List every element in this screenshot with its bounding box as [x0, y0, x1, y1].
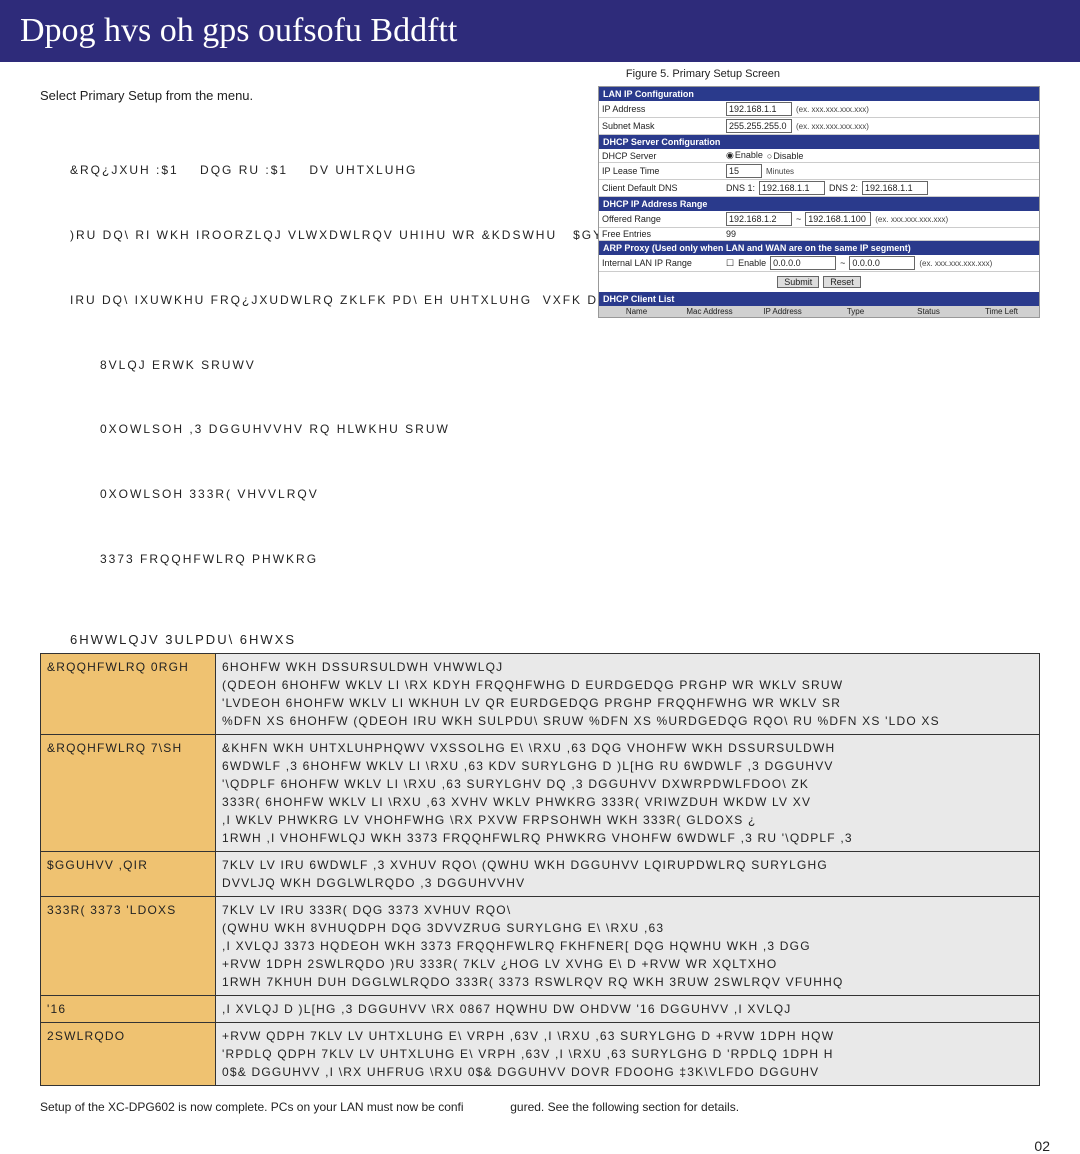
shot-bar: DHCP Client List — [599, 292, 1039, 306]
col-status: Status — [893, 307, 964, 316]
dns1-field[interactable]: 192.168.1.1 — [759, 181, 825, 195]
shot-label: Client Default DNS — [602, 183, 722, 193]
page-title-bar: Dpog hvs oh gps oufsofu Bddftt — [0, 0, 1080, 62]
arp-from[interactable]: 0.0.0.0 — [770, 256, 836, 270]
table-row-desc: +RVW QDPH 7KLV LV UHTXLUHG E\ VRPH ,63V … — [216, 1022, 1040, 1085]
range-to[interactable]: 192.168.1.100 — [805, 212, 871, 226]
shot-label: IP Lease Time — [602, 166, 722, 176]
page-number: 02 — [0, 1138, 1080, 1154]
settings-heading: 6HWWLQJV 3ULPDU\ 6HWXS — [70, 632, 1040, 647]
table-row-label: $GGUHVV ,QIR — [41, 851, 216, 896]
shot-label: Free Entries — [602, 229, 722, 239]
col-name: Name — [601, 307, 672, 316]
primary-setup-screenshot: LAN IP Configuration IP Address 192.168.1… — [598, 86, 1040, 318]
shot-label: DHCP Server — [602, 151, 722, 161]
lease-field[interactable]: 15 — [726, 164, 762, 178]
client-list-header: Name Mac Address IP Address Type Status … — [599, 306, 1039, 317]
shot-hint: (ex. xxx.xxx.xxx.xxx) — [796, 105, 869, 114]
col-ip: IP Address — [747, 307, 818, 316]
table-row-desc: 7KLV LV IRU 333R( DQG 3373 XVHUV RQO\ (Q… — [216, 896, 1040, 995]
dns2-field[interactable]: 192.168.1.1 — [862, 181, 928, 195]
shot-bar: ARP Proxy (Used only when LAN and WAN ar… — [599, 241, 1039, 255]
dns1-label: DNS 1: — [726, 183, 755, 193]
settings-table: &RQQHFWLRQ 0RGH6HOHFW WKH DSSURSULDWH VH… — [40, 653, 1040, 1086]
shot-bar: LAN IP Configuration — [599, 87, 1039, 101]
disable-radio[interactable]: Disable — [767, 151, 803, 161]
table-row-label: '16 — [41, 995, 216, 1022]
shot-label: IP Address — [602, 104, 722, 114]
mask-field[interactable]: 255.255.255.0 — [726, 119, 792, 133]
shot-hint: Minutes — [766, 167, 794, 176]
col-time: Time Left — [966, 307, 1037, 316]
table-row-label: 333R( 3373 'LDOXS — [41, 896, 216, 995]
shot-hint: (ex. xxx.xxx.xxx.xxx) — [875, 215, 948, 224]
shot-label: Subnet Mask — [602, 121, 722, 131]
ip-field[interactable]: 192.168.1.1 — [726, 102, 792, 116]
range-from[interactable]: 192.168.1.2 — [726, 212, 792, 226]
table-row-label: &RQQHFWLRQ 0RGH — [41, 653, 216, 734]
figure-caption: Figure 5. Primary Setup Screen — [626, 68, 780, 80]
tilde: ~ — [796, 214, 801, 224]
col-mac: Mac Address — [674, 307, 745, 316]
shot-bar: DHCP IP Address Range — [599, 197, 1039, 211]
table-row-desc: 7KLV LV IRU 6WDWLF ,3 XVHUV RQO\ (QWHU W… — [216, 851, 1040, 896]
footer-b: gured. See the following section for det… — [510, 1100, 739, 1114]
shot-hint: (ex. xxx.xxx.xxx.xxx) — [919, 259, 992, 268]
table-row-desc: ,I XVLQJ D )L[HG ,3 DGGUHVV \RX 0867 HQW… — [216, 995, 1040, 1022]
table-row-desc: 6HOHFW WKH DSSURSULDWH VHWWLQJ (QDEOH 6H… — [216, 653, 1040, 734]
col-type: Type — [820, 307, 891, 316]
dns2-label: DNS 2: — [829, 183, 858, 193]
submit-button[interactable]: Submit — [777, 276, 819, 288]
footer-text: Setup of the XC-DPG602 is now complete. … — [40, 1100, 1040, 1114]
shot-bar: DHCP Server Configuration — [599, 135, 1039, 149]
arp-to[interactable]: 0.0.0.0 — [849, 256, 915, 270]
bullet-sub: 3373 FRQQHFWLRQ PHWKRG — [100, 549, 1040, 571]
free-value: 99 — [726, 229, 736, 239]
shot-hint: (ex. xxx.xxx.xxx.xxx) — [796, 122, 869, 131]
footer-a: Setup of the XC-DPG602 is now complete. … — [40, 1100, 464, 1114]
bullet-sub: 0XOWLSOH 333R( VHVVLRQV — [100, 484, 1040, 506]
reset-button[interactable]: Reset — [823, 276, 861, 288]
tilde: ~ — [840, 258, 845, 268]
table-row-label: 2SWLRQDO — [41, 1022, 216, 1085]
arp-enable-label: Enable — [738, 258, 766, 268]
bullet-sub: 8VLQJ ERWK SRUWV — [100, 355, 1040, 377]
shot-label: Offered Range — [602, 214, 722, 224]
enable-radio[interactable]: Enable — [726, 150, 763, 161]
arp-enable-check[interactable]: ☐ — [726, 258, 734, 269]
shot-label: Internal LAN IP Range — [602, 258, 722, 268]
bullet-sub: 0XOWLSOH ,3 DGGUHVVHV RQ HLWKHU SRUW — [100, 419, 1040, 441]
